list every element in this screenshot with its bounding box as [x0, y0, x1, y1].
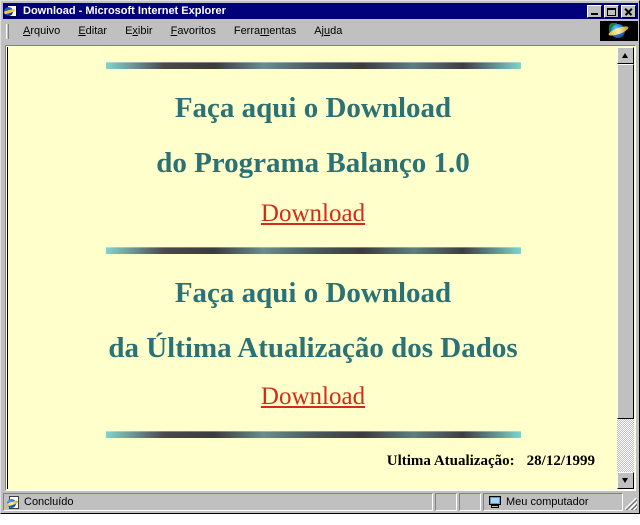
download-link-program[interactable]: Download [261, 200, 365, 227]
ie-page-icon [3, 4, 20, 18]
divider-rule-bottom [105, 431, 521, 438]
section1-download-wrap: Download [8, 200, 618, 228]
last-update-label: Ultima Atualização: [386, 453, 515, 469]
my-computer-icon [488, 495, 502, 509]
ie-logo-icon[interactable] [600, 21, 638, 41]
section2-download-wrap: Download [8, 383, 618, 411]
download-link-data-update[interactable]: Download [261, 383, 365, 410]
status-text: Concluído [24, 496, 74, 508]
menu-item-editar[interactable]: Editar [69, 23, 116, 39]
vertical-scrollbar[interactable] [617, 47, 634, 489]
status-pane-spacer-2 [459, 493, 481, 511]
menu-item-ajuda[interactable]: Ajuda [305, 23, 351, 39]
status-pane-spacer-1 [435, 493, 457, 511]
last-update-value: 28/12/1999 [526, 453, 595, 469]
section2-heading-line2: da Última Atualização dos Dados [108, 332, 518, 364]
resize-grip[interactable] [623, 493, 638, 511]
status-pane-zone: Meu computador [483, 493, 623, 511]
status-bar: Concluído Meu computador [3, 493, 638, 511]
browser-window: Download - Microsoft Internet Explorer A… [0, 0, 640, 514]
window-controls [587, 4, 638, 18]
menu-item-ferramentas[interactable]: Ferramentas [225, 23, 305, 39]
divider-rule-middle [105, 247, 521, 254]
menu-drag-grip[interactable] [6, 23, 9, 39]
status-pane-main: Concluído [3, 493, 433, 511]
web-page-document: Faça aqui o Download do Programa Balanço… [7, 47, 618, 489]
minimize-button[interactable] [587, 4, 602, 18]
scroll-up-arrow-icon[interactable] [617, 47, 634, 64]
last-update-line: Ultima Atualização: 28/12/1999 [8, 453, 618, 470]
content-area: Faça aqui o Download do Programa Balanço… [5, 45, 636, 491]
title-bar: Download - Microsoft Internet Explorer [3, 3, 638, 19]
window-title: Download - Microsoft Internet Explorer [23, 5, 226, 17]
zone-text: Meu computador [506, 496, 589, 508]
scrollbar-thumb[interactable] [617, 64, 634, 419]
close-button[interactable] [621, 4, 636, 18]
section1-heading-line2: do Programa Balanço 1.0 [156, 147, 470, 179]
menu-item-arquivo[interactable]: Arquivo [14, 23, 69, 39]
section2-heading-line1: Faça aqui o Download [174, 277, 452, 309]
menu-item-exibir[interactable]: Exibir [116, 23, 162, 39]
menu-item-favoritos[interactable]: Favoritos [162, 23, 225, 39]
scrollbar-track[interactable] [617, 64, 634, 472]
divider-rule-top [105, 62, 521, 69]
section1-heading-line1: Faça aqui o Download [174, 92, 452, 124]
menu-bar: Arquivo Editar Exibir Favoritos Ferramen… [3, 21, 638, 41]
ie-document-icon [5, 495, 20, 509]
maximize-button[interactable] [604, 4, 619, 18]
scroll-down-arrow-icon[interactable] [617, 472, 634, 489]
